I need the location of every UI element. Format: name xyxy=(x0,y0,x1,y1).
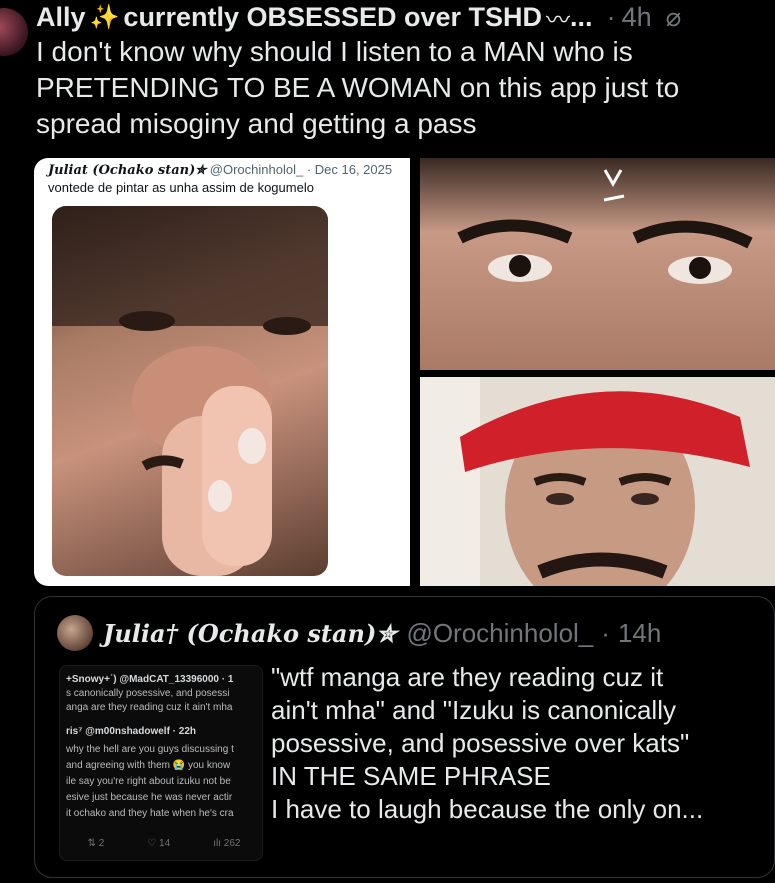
media-screenshot[interactable]: Juliat (Ochako stan)✮ @Orochinholol_ · D… xyxy=(34,158,410,586)
author-name[interactable]: Ally xyxy=(36,2,86,33)
thumb-stats: ⇅ 2 ♡ 14 ılı 262 xyxy=(66,838,262,849)
quoted-author-name[interactable]: Julia† (Ochako stan)✮ xyxy=(103,619,396,648)
quoted-handle[interactable]: @Orochinholol_ xyxy=(406,618,593,649)
thumb-line: why the hell are you guys discussing t xyxy=(66,744,234,755)
quoted-text-line: "wtf manga are they reading cuz it xyxy=(271,662,664,692)
post-header: Ally ✨ currently OBSESSED over TSHD 〰 ..… xyxy=(36,0,681,34)
post-text: I don't know why should I listen to a MA… xyxy=(36,36,680,139)
thumb-line: anga are they reading cuz it ain't mha xyxy=(66,702,233,713)
media-photo-cap[interactable] xyxy=(420,377,775,586)
quoted-avatar[interactable] xyxy=(57,615,93,651)
screenshot-photo xyxy=(52,206,328,576)
thumb-line: it ochako and they hate when he's cra xyxy=(66,808,234,819)
name-ellipsis: ... xyxy=(570,1,593,32)
thumb-line: ris⁷ @m00nshadowelf · 22h xyxy=(66,726,197,737)
quoted-text: "wtf manga are they reading cuz it ain't… xyxy=(271,661,771,826)
thumb-line: esive just because he was never actir xyxy=(66,792,233,803)
post-time[interactable]: 4h xyxy=(622,2,652,33)
eyes-photo xyxy=(420,158,775,370)
quoted-header: Julia† (Ochako stan)✮ @Orochinholol_ · 1… xyxy=(103,615,661,651)
separator-dot: · xyxy=(601,617,610,648)
muted-icon: ⌀ xyxy=(665,1,682,32)
quoted-media-thumbnail[interactable]: +Snowy+˙) @MadCAT_13396000 · 1 s canonic… xyxy=(59,665,263,861)
quoted-text-line: IN THE SAME PHRASE xyxy=(271,761,551,791)
quoted-text-line: posessive, and posessive over kats" xyxy=(271,728,690,758)
sparkle-icon: ✨ xyxy=(89,3,120,31)
screenshot-header: Juliat (Ochako stan)✮ @Orochinholol_ · D… xyxy=(48,162,392,178)
thumb-line: ile say you're right about izuku not be xyxy=(66,776,231,787)
face-photo xyxy=(52,206,328,576)
media-grid[interactable]: Juliat (Ochako stan)✮ @Orochinholol_ · D… xyxy=(34,158,775,588)
quoted-tweet[interactable]: Julia† (Ochako stan)✮ @Orochinholol_ · 1… xyxy=(34,596,775,878)
retweet-count: ⇅ 2 xyxy=(87,838,105,849)
quoted-text-line: ain't mha" and "Izuku is canonically xyxy=(271,695,676,725)
thumb-line: and agreeing with them 😭 you know xyxy=(66,760,231,771)
media-photo-eyes[interactable] xyxy=(420,158,775,370)
wave-icon: 〰 xyxy=(546,6,571,34)
thumb-line: +Snowy+˙) @MadCAT_13396000 · 1 xyxy=(66,674,234,685)
view-count: ılı 262 xyxy=(213,838,241,849)
like-count: ♡ 14 xyxy=(147,838,171,849)
screenshot-handle: @Orochinholol_ xyxy=(209,162,304,177)
quoted-time[interactable]: 14h xyxy=(618,618,661,649)
cap-photo xyxy=(420,377,775,586)
author-avatar[interactable] xyxy=(0,8,28,56)
screenshot-date: · Dec 16, 2025 xyxy=(306,162,393,177)
separator-dot: · xyxy=(606,1,616,32)
thumb-line: s canonically posessive, and posessi xyxy=(66,688,230,699)
author-name-suffix[interactable]: currently OBSESSED over TSHD xyxy=(123,2,542,33)
screenshot-author: Juliat (Ochako stan)✮ xyxy=(48,163,207,178)
screenshot-text: vontede de pintar as unha assim de kogum… xyxy=(48,180,314,195)
quoted-text-line: I have to laugh because the only on... xyxy=(271,794,704,824)
